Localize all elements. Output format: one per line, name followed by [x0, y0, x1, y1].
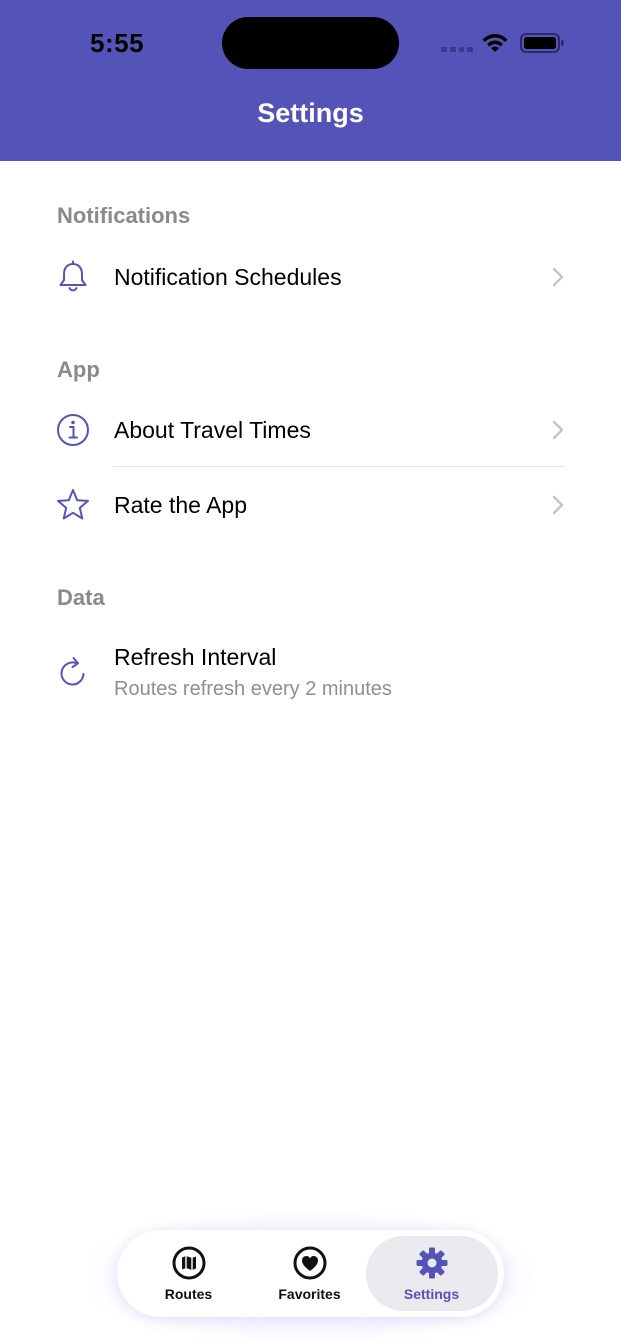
- heart-icon: [293, 1246, 326, 1280]
- map-icon: [172, 1246, 205, 1280]
- tab-routes[interactable]: Routes: [128, 1230, 249, 1317]
- gear-icon: [416, 1247, 447, 1279]
- tab-favorites[interactable]: Favorites: [249, 1230, 370, 1317]
- info-icon: [57, 414, 89, 446]
- chevron-right-icon: [552, 495, 564, 515]
- tab-label: Favorites: [278, 1286, 341, 1302]
- dynamic-island: [222, 17, 399, 69]
- status-time: 5:55: [90, 28, 145, 58]
- row-label: Rate the App: [114, 492, 247, 518]
- section-header-notifications: Notifications: [57, 203, 191, 228]
- row-subtitle: Routes refresh every 2 minutes: [114, 678, 392, 700]
- page-title: Settings: [257, 98, 364, 128]
- settings-row-about-travel-times[interactable]: About Travel Times: [0, 393, 621, 467]
- tab-label: Settings: [403, 1286, 460, 1302]
- tab-settings[interactable]: Settings: [371, 1230, 492, 1317]
- cellular-signal-icon: [441, 47, 473, 53]
- battery-icon: [520, 33, 564, 53]
- star-icon: [57, 489, 89, 520]
- tab-label: Routes: [164, 1286, 213, 1302]
- row-label: Refresh Interval: [114, 644, 277, 670]
- row-label: About Travel Times: [114, 417, 311, 443]
- chevron-right-icon: [552, 420, 564, 440]
- settings-row-notification-schedules[interactable]: Notification Schedules: [0, 240, 621, 314]
- section-header-data: Data: [57, 585, 105, 610]
- navigation-header: 5:55 Settings: [0, 0, 621, 161]
- wifi-icon: [482, 34, 508, 52]
- settings-row-refresh-interval: Refresh Interval Routes refresh every 2 …: [0, 630, 621, 718]
- refresh-icon: [60, 657, 85, 686]
- bell-icon: [59, 260, 87, 292]
- tab-bar: Routes Favorites Settings: [117, 1230, 504, 1317]
- section-header-app: App: [57, 357, 100, 382]
- settings-row-rate-the-app[interactable]: Rate the App: [0, 467, 621, 541]
- chevron-right-icon: [552, 267, 564, 287]
- row-label: Notification Schedules: [114, 264, 342, 290]
